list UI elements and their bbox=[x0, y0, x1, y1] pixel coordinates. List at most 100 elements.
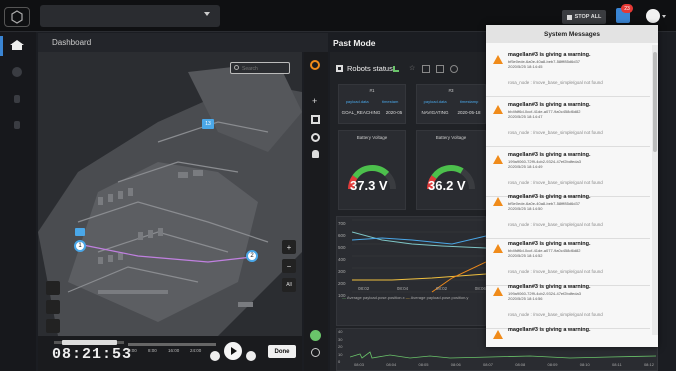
column-header: payload.data bbox=[423, 99, 447, 104]
y-tick: 10 bbox=[338, 351, 343, 357]
chart-legend: — Average payload.pose.position.x — Aver… bbox=[342, 295, 468, 300]
app-logo-icon[interactable] bbox=[4, 7, 30, 27]
zoom-all-button[interactable]: All bbox=[282, 278, 296, 292]
message-date: 2020/5/25 18:14:49 bbox=[508, 164, 543, 169]
series-z-line bbox=[352, 273, 486, 281]
y-tick: 700 bbox=[338, 221, 346, 226]
waypoint-marker[interactable]: 13 bbox=[202, 119, 214, 129]
layers-grid-icon[interactable] bbox=[46, 281, 60, 295]
speed-down-icon[interactable] bbox=[210, 351, 220, 361]
y-tick: 30 bbox=[338, 336, 343, 342]
settings-gear-icon[interactable] bbox=[310, 60, 320, 70]
warning-icon bbox=[493, 155, 503, 164]
message-item[interactable]: magellan#3 is giving a warning. bf5e0ede… bbox=[486, 189, 650, 239]
message-body: rosa_node : /move_base_simple/goal not f… bbox=[508, 222, 603, 227]
info-icon[interactable] bbox=[311, 348, 320, 357]
legend-item: Average payload.pose.position.x bbox=[346, 295, 405, 300]
x-tick: 08:08 bbox=[515, 362, 526, 367]
message-item[interactable]: magellan#3 is giving a warning. bb4fdf6d… bbox=[486, 97, 650, 147]
robot-id: #3 bbox=[448, 88, 454, 93]
message-item[interactable]: magellan#3 is giving a warning. bbox=[486, 322, 650, 344]
status-cell: NAVIGATING bbox=[421, 110, 449, 115]
stop-all-button[interactable]: STOP ALL bbox=[562, 10, 606, 24]
column-header: timestamp bbox=[459, 99, 479, 104]
playback-time: 08:21:53 bbox=[52, 346, 133, 363]
chart-icon[interactable] bbox=[393, 66, 399, 72]
warning-icon bbox=[493, 55, 503, 64]
message-item[interactable]: magellan#3 is giving a warning. bf5e0ede… bbox=[486, 47, 650, 97]
robot-marker-2[interactable]: 2 bbox=[246, 250, 258, 262]
battery-value: 36.2 V bbox=[428, 178, 466, 193]
warning-icon bbox=[493, 287, 503, 296]
y-tick: 0 bbox=[338, 359, 341, 364]
y-tick: 20 bbox=[338, 344, 343, 349]
series-x-line bbox=[352, 231, 486, 249]
save-icon[interactable] bbox=[436, 65, 444, 73]
y-tick: 500 bbox=[338, 245, 346, 250]
messages-scroll-thumb[interactable] bbox=[653, 52, 657, 152]
done-button[interactable]: Done bbox=[268, 345, 296, 358]
robot-nav-icon[interactable] bbox=[12, 67, 22, 77]
warning-icon bbox=[493, 244, 503, 253]
robot-id: #1 bbox=[369, 88, 375, 93]
avatar-chevron-icon[interactable] bbox=[662, 15, 666, 18]
message-title: magellan#3 is giving a warning. bbox=[508, 52, 591, 58]
bell-icon[interactable] bbox=[312, 150, 319, 158]
x-tick: 08:07 bbox=[483, 362, 494, 367]
column-header: timestam bbox=[382, 99, 399, 104]
map-canvas[interactable] bbox=[38, 52, 302, 336]
zoom-in-button[interactable]: + bbox=[282, 240, 296, 254]
message-body: rosa_node : /move_base_simple/goal not f… bbox=[508, 180, 603, 185]
avatar[interactable] bbox=[646, 9, 660, 23]
map-search-input[interactable] bbox=[230, 62, 290, 74]
chart-y-ticks: 700 600 500 400 300 200 100 bbox=[338, 218, 350, 302]
add-icon[interactable]: + bbox=[312, 97, 320, 106]
mini-x-ticks: 08:03 08:04 08:05 08:06 08:07 08:08 08:09 08:10… bbox=[354, 362, 654, 367]
search-icon bbox=[234, 65, 239, 70]
user-nav-icon[interactable] bbox=[14, 95, 20, 103]
stop-icon bbox=[566, 14, 572, 20]
person-nav-icon[interactable] bbox=[14, 121, 20, 129]
playback-slider-handle[interactable] bbox=[62, 340, 117, 345]
message-body: rosa_node : /move_base_simple/goal not f… bbox=[508, 269, 603, 274]
system-messages-title: System Messages bbox=[486, 25, 658, 43]
settings-icon[interactable] bbox=[450, 65, 458, 73]
x-tick: 08:04 bbox=[396, 286, 409, 291]
speed-up-icon[interactable] bbox=[246, 351, 256, 361]
time-cell: 2020-05-18 bbox=[457, 110, 481, 115]
star-icon[interactable]: ☆ bbox=[409, 65, 417, 73]
message-title: magellan#3 is giving a warning. bbox=[508, 241, 591, 247]
zoom-out-button[interactable]: − bbox=[282, 259, 296, 273]
grid-icon bbox=[336, 65, 343, 72]
project-selector[interactable] bbox=[40, 5, 220, 27]
robot-marker-1[interactable]: 1 bbox=[74, 240, 86, 252]
target-icon[interactable] bbox=[311, 133, 320, 142]
past-mode-title: Past Mode bbox=[328, 33, 488, 52]
x-tick: 08:10 bbox=[579, 362, 590, 367]
map-panel[interactable] bbox=[38, 52, 302, 371]
waypoint-marker[interactable] bbox=[75, 228, 85, 236]
message-body: rosa_node : /move_base_simple/goal not f… bbox=[508, 312, 603, 317]
home-icon[interactable] bbox=[10, 40, 24, 50]
mini-y-ticks: 40 30 20 10 0 bbox=[338, 328, 348, 366]
notification-count-badge: 23 bbox=[621, 4, 633, 13]
message-date: 2020/5/25 18:14:52 bbox=[508, 253, 543, 258]
x-tick: 08:11 bbox=[612, 362, 622, 367]
legend-swatch-icon: — bbox=[342, 295, 346, 300]
y-tick: 300 bbox=[338, 269, 346, 274]
message-title: magellan#3 is giving a warning. bbox=[508, 327, 591, 333]
timeline-track[interactable] bbox=[128, 343, 216, 346]
robot-avatar-icon[interactable] bbox=[310, 330, 321, 341]
message-body: rosa_node : /move_base_simple/goal not f… bbox=[508, 130, 603, 135]
x-tick: 08:06 bbox=[450, 362, 461, 367]
share-icon[interactable] bbox=[422, 65, 430, 73]
layers-icon[interactable] bbox=[46, 319, 60, 333]
cursor-tool-icon[interactable] bbox=[46, 300, 60, 314]
dashboard-header: Dashboard bbox=[38, 33, 328, 52]
x-tick: 08:12 bbox=[643, 362, 654, 367]
robots-status-title[interactable]: Robots status bbox=[347, 64, 393, 73]
message-title: magellan#3 is giving a warning. bbox=[508, 152, 591, 158]
chart-x-ticks: 08:02 08:04 08:02 08:06 bbox=[358, 286, 486, 291]
grid-icon[interactable] bbox=[311, 115, 320, 124]
x-tick: 08:02 bbox=[358, 286, 370, 291]
